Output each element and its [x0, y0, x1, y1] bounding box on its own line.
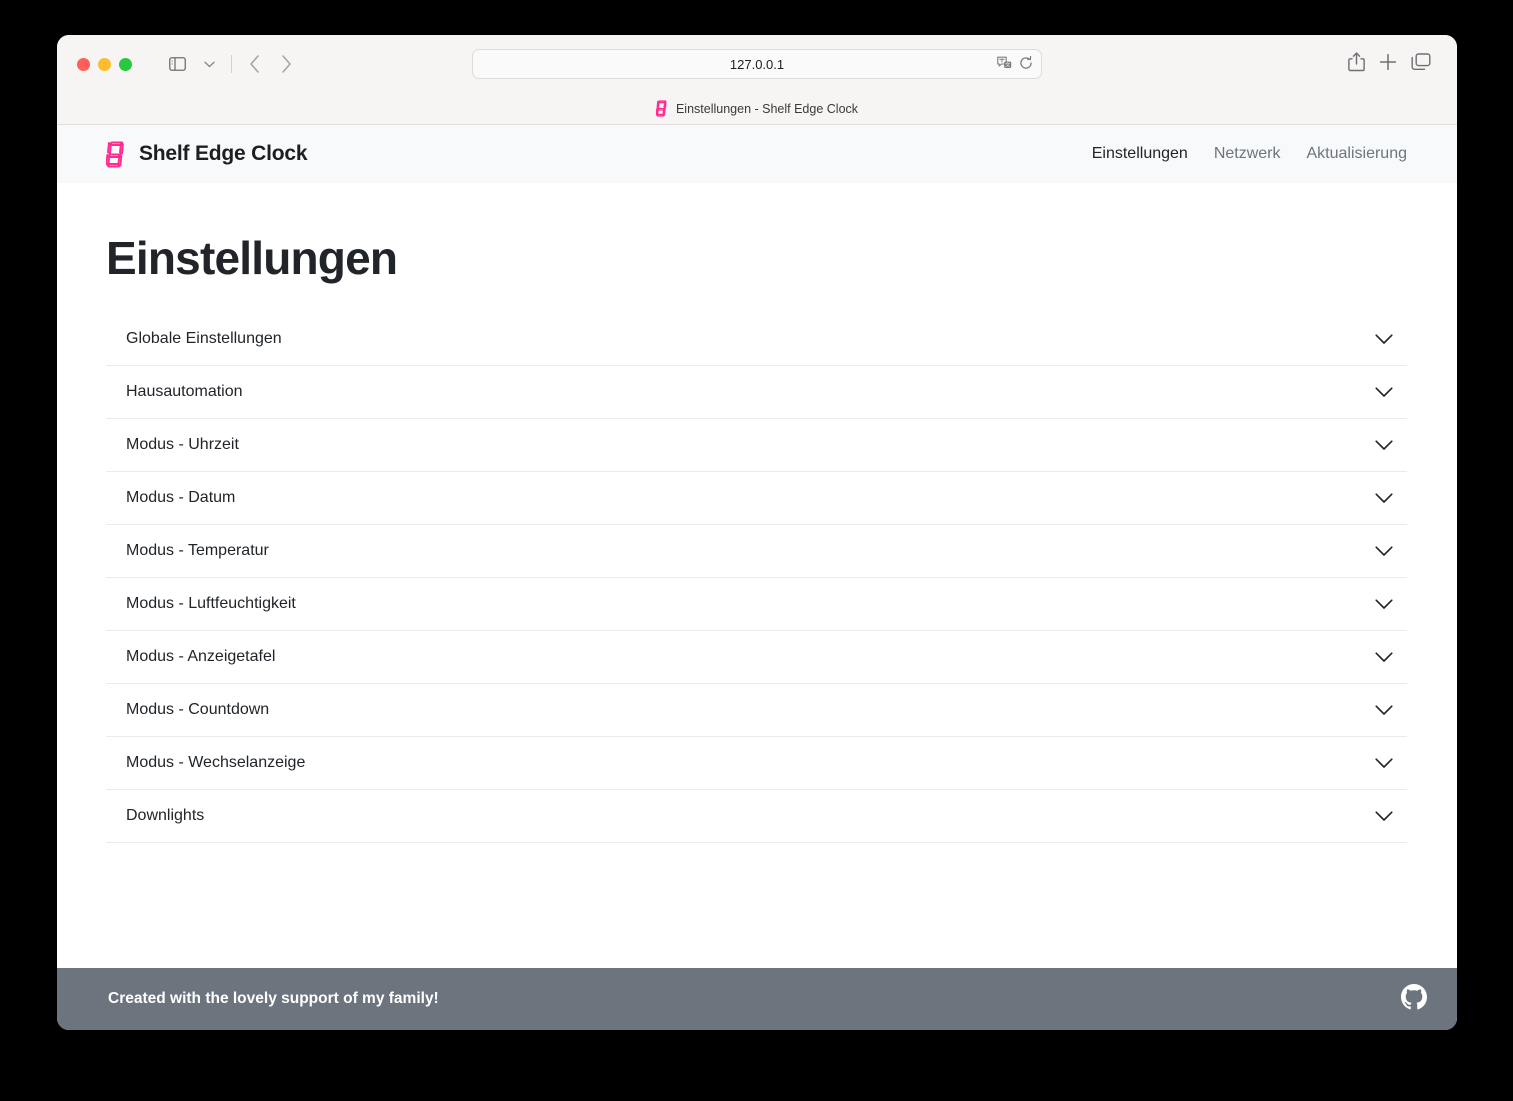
address-bar-actions: 文	[997, 55, 1033, 73]
app-brand-label: Shelf Edge Clock	[139, 142, 308, 165]
navigation-controls	[162, 49, 301, 79]
app-nav-links: Einstellungen Netzwerk Aktualisierung	[1092, 145, 1407, 163]
footer-links	[1401, 983, 1427, 1015]
github-link[interactable]	[1401, 983, 1427, 1015]
github-icon	[1401, 983, 1427, 1009]
accordion-item-label: Modus - Uhrzeit	[126, 436, 239, 453]
nav-link-einstellungen[interactable]: Einstellungen	[1092, 145, 1188, 163]
footer-text: Created with the lovely support of my fa…	[108, 990, 439, 1007]
toolbar-separator	[231, 55, 232, 73]
accordion-item-label: Modus - Luftfeuchtigkeit	[126, 595, 296, 612]
address-bar-text: 127.0.0.1	[729, 56, 785, 72]
accordion-item-hausautomation[interactable]: Hausautomation	[106, 366, 1407, 419]
seven-segment-eight-icon	[106, 141, 124, 167]
reload-icon	[1020, 55, 1032, 69]
browser-toolbar: 127.0.0.1 文	[57, 35, 1457, 93]
maximize-window-button[interactable]	[119, 57, 132, 71]
browser-window: 127.0.0.1 文 Einstellungen - Shelf Edge C…	[57, 35, 1457, 1030]
plus-icon	[1379, 53, 1397, 70]
chevron-down-icon[interactable]	[1373, 699, 1395, 721]
sidebar-toggle-button[interactable]	[162, 49, 192, 79]
chevron-down-icon[interactable]	[1373, 328, 1395, 350]
accordion-item-modus-wechselanzeige[interactable]: Modus - Wechselanzeige	[106, 737, 1407, 790]
browser-tab-active[interactable]: Einstellungen - Shelf Edge Clock	[655, 100, 859, 117]
reload-button[interactable]	[1019, 55, 1033, 73]
accordion-item-label: Downlights	[126, 807, 205, 824]
toolbar-actions	[1348, 51, 1441, 77]
back-arrow-icon	[249, 55, 259, 73]
page-footer: Created with the lovely support of my fa…	[57, 968, 1457, 1030]
accordion-item-modus-anzeigetafel[interactable]: Modus - Anzeigetafel	[106, 631, 1407, 684]
accordion-item-label: Modus - Datum	[126, 489, 236, 506]
tab-bar: Einstellungen - Shelf Edge Clock	[57, 93, 1457, 125]
accordion-item-globale-einstellungen[interactable]: Globale Einstellungen	[106, 313, 1407, 366]
tab-overview-icon	[1411, 52, 1431, 70]
translate-icon: 文	[997, 56, 1012, 68]
accordion-item-label: Modus - Anzeigetafel	[126, 648, 276, 665]
accordion-item-label: Modus - Countdown	[126, 701, 270, 718]
new-tab-button[interactable]	[1379, 53, 1397, 76]
nav-link-netzwerk[interactable]: Netzwerk	[1214, 145, 1281, 163]
nav-link-aktualisierung[interactable]: Aktualisierung	[1307, 145, 1408, 163]
translate-button[interactable]: 文	[997, 56, 1012, 73]
app-navbar: Shelf Edge Clock Einstellungen Netzwerk …	[57, 125, 1457, 183]
accordion-item-modus-luftfeuchtigkeit[interactable]: Modus - Luftfeuchtigkeit	[106, 578, 1407, 631]
app-brand[interactable]: Shelf Edge Clock	[106, 141, 308, 168]
accordion-item-modus-temperatur[interactable]: Modus - Temperatur	[106, 525, 1407, 578]
chevron-down-icon[interactable]	[1373, 646, 1395, 668]
chevron-down-icon	[203, 61, 215, 67]
chevron-down-icon[interactable]	[1373, 593, 1395, 615]
address-bar[interactable]: 127.0.0.1 文	[472, 49, 1042, 79]
seven-segment-eight-icon	[655, 100, 667, 117]
accordion-item-label: Modus - Wechselanzeige	[126, 754, 306, 771]
chevron-down-icon[interactable]	[1373, 540, 1395, 562]
accordion-item-label: Modus - Temperatur	[126, 542, 269, 559]
chevron-down-icon[interactable]	[1373, 752, 1395, 774]
minimize-window-button[interactable]	[98, 57, 111, 71]
window-traffic-lights	[77, 57, 132, 71]
chevron-down-icon[interactable]	[1373, 805, 1395, 827]
accordion-item-label: Hausautomation	[126, 383, 243, 400]
accordion-item-downlights[interactable]: Downlights	[106, 790, 1407, 843]
share-button[interactable]	[1348, 51, 1365, 77]
settings-accordion: Globale Einstellungen Hausautomation Mod…	[106, 313, 1407, 843]
accordion-item-modus-datum[interactable]: Modus - Datum	[106, 472, 1407, 525]
forward-arrow-icon	[281, 55, 291, 73]
chevron-down-icon[interactable]	[1373, 381, 1395, 403]
page-title: Einstellungen	[106, 232, 398, 284]
share-icon	[1348, 51, 1365, 71]
forward-button[interactable]	[271, 49, 301, 79]
chevron-down-icon[interactable]	[1373, 434, 1395, 456]
page-content: Einstellungen Globale Einstellungen Haus…	[57, 183, 1457, 968]
chevron-down-icon[interactable]	[1373, 487, 1395, 509]
close-window-button[interactable]	[77, 57, 90, 71]
sidebar-icon	[168, 57, 186, 71]
svg-text:文: 文	[1005, 61, 1010, 68]
accordion-item-modus-uhrzeit[interactable]: Modus - Uhrzeit	[106, 419, 1407, 472]
accordion-item-label: Globale Einstellungen	[126, 330, 282, 347]
back-button[interactable]	[239, 49, 269, 79]
tab-overview-button[interactable]	[1411, 52, 1431, 76]
accordion-item-modus-countdown[interactable]: Modus - Countdown	[106, 684, 1407, 737]
browser-tab-title: Einstellungen - Shelf Edge Clock	[675, 101, 859, 116]
sidebar-dropdown-button[interactable]	[194, 49, 224, 79]
